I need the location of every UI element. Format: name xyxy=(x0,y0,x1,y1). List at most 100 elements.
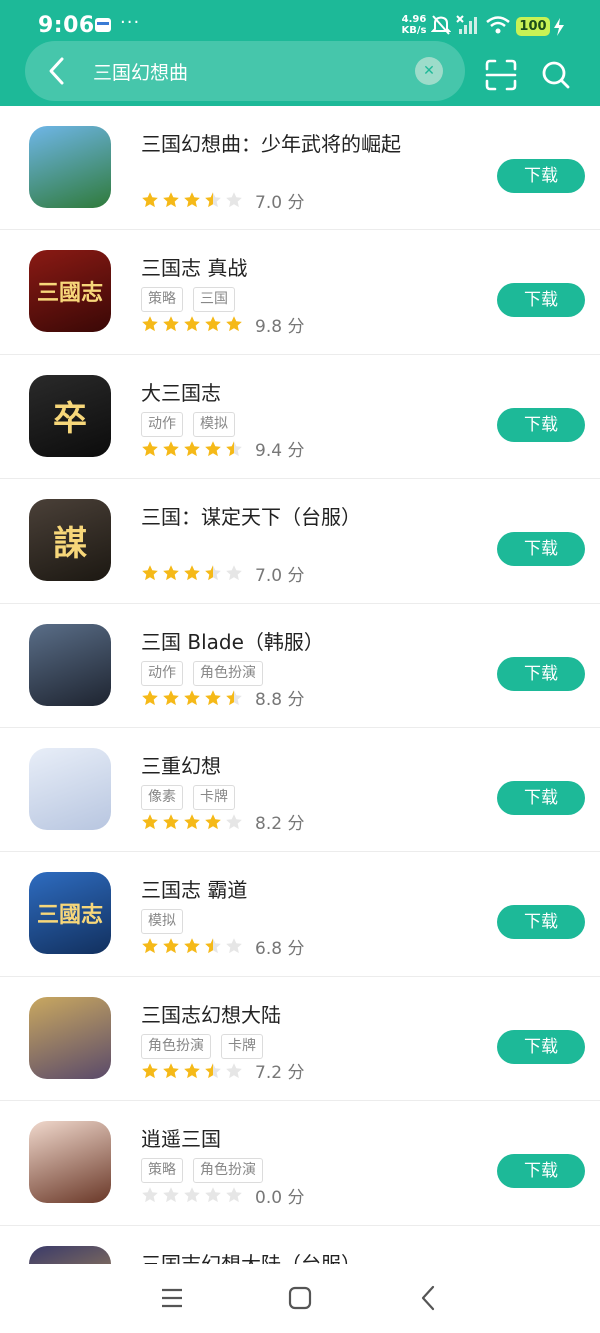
star-icon xyxy=(226,1187,242,1203)
app-list-item[interactable]: 三国幻想曲：少年武将的崛起 7.0 分 下载 xyxy=(0,106,600,231)
app-icon[interactable] xyxy=(29,996,111,1079)
download-button[interactable]: 下载 xyxy=(497,905,585,940)
app-tag: 策略 xyxy=(141,1158,183,1184)
back-icon[interactable] xyxy=(43,55,73,87)
app-icon[interactable] xyxy=(29,747,111,830)
app-score: 9.4 分 xyxy=(255,441,305,462)
app-list-item[interactable]: 三重幻想 像素 卡牌 8.2 分 下载 xyxy=(0,728,600,853)
download-button[interactable]: 下载 xyxy=(497,780,585,815)
star-icon xyxy=(205,938,221,954)
app-name[interactable]: 三重幻想 xyxy=(141,750,221,779)
star-icon xyxy=(184,1062,200,1078)
app-tag: 三国 xyxy=(193,287,235,313)
app-icon[interactable] xyxy=(29,1245,111,1264)
app-rating: 7.2 分 xyxy=(141,1059,304,1083)
app-name[interactable]: 大三国志 xyxy=(141,377,221,406)
app-list-item[interactable]: 三國志 三国志 真战 策略 三国 9.8 分 下载 xyxy=(0,230,600,355)
app-list-item[interactable]: 三國志 三国志 霸道 模拟 6.8 分 下载 xyxy=(0,852,600,977)
star-icon xyxy=(205,192,221,208)
app-list-item[interactable]: 謀 三国：谋定天下（台服） 7.0 分 下载 xyxy=(0,479,600,604)
app-icon-logo: 卒 xyxy=(53,399,87,440)
app-name[interactable]: 三国志 霸道 xyxy=(141,874,247,903)
app-tag: 策略 xyxy=(141,287,183,313)
status-bar: 9:06 ··· 4.96 KB/s 100 xyxy=(0,0,600,40)
app-rating: 9.4 分 xyxy=(141,437,304,461)
app-rating: 7.0 分 xyxy=(141,188,305,213)
app-icon[interactable]: 三國志 xyxy=(29,250,111,333)
app-tags: 策略 角色扮演 xyxy=(141,1158,263,1184)
star-icon xyxy=(142,1062,158,1078)
app-score: 7.0 分 xyxy=(255,565,305,586)
download-button[interactable]: 下载 xyxy=(497,656,585,691)
star-icon xyxy=(142,565,158,581)
star-icon xyxy=(205,1187,221,1203)
search-input[interactable] xyxy=(93,57,413,85)
top-bar: 9:06 ··· 4.96 KB/s 100 三国幻想曲 ✕ xyxy=(0,0,600,106)
status-time: 9:06 xyxy=(38,13,95,38)
download-button[interactable]: 下载 xyxy=(497,532,585,567)
star-icon xyxy=(142,689,158,705)
scan-icon[interactable] xyxy=(484,58,518,92)
app-list-item[interactable]: 逍遥三国 策略 角色扮演 0.0 分 下载 xyxy=(0,1101,600,1226)
star-icon xyxy=(184,192,200,208)
app-tag: 模拟 xyxy=(193,411,235,437)
navigation-bar xyxy=(0,1264,600,1333)
battery-level: 100 xyxy=(516,17,550,36)
app-icon[interactable]: 謀 xyxy=(29,499,111,582)
back-nav-icon[interactable] xyxy=(418,1285,438,1311)
app-tags: 动作 模拟 xyxy=(141,411,235,438)
app-rating: 8.8 分 xyxy=(141,686,304,710)
app-tags: 动作 角色扮演 xyxy=(141,660,263,687)
app-list-item[interactable]: 三国志幻想大陆（台服） xyxy=(0,1226,600,1264)
star-icon xyxy=(163,1187,179,1203)
star-icon xyxy=(142,192,158,208)
star-icon xyxy=(184,814,200,830)
app-tag: 动作 xyxy=(141,411,183,437)
app-icon-logo: 三國志 xyxy=(36,280,103,307)
app-tag: 角色扮演 xyxy=(193,1158,263,1184)
app-icon[interactable] xyxy=(29,623,111,706)
app-score: 7.2 分 xyxy=(255,1063,305,1084)
search-icon[interactable] xyxy=(540,58,572,92)
app-score: 7.0 分 xyxy=(255,192,305,213)
download-button[interactable]: 下载 xyxy=(497,283,585,318)
app-name[interactable]: 三国志 真战 xyxy=(141,252,247,281)
app-score: 6.8 分 xyxy=(255,938,305,959)
download-button[interactable]: 下载 xyxy=(497,159,585,193)
star-icon xyxy=(184,440,200,456)
menu-icon[interactable] xyxy=(160,1286,184,1310)
star-icon xyxy=(142,938,158,954)
star-icon xyxy=(184,565,200,581)
app-name[interactable]: 三国志幻想大陆（台服） xyxy=(141,1248,361,1264)
star-icon xyxy=(226,814,242,830)
star-icon xyxy=(163,440,179,456)
download-button[interactable]: 下载 xyxy=(497,1154,585,1189)
app-name[interactable]: 三国志幻想大陆 xyxy=(141,999,281,1028)
app-name[interactable]: 逍遥三国 xyxy=(141,1123,221,1152)
star-icon xyxy=(184,938,200,954)
app-icon[interactable] xyxy=(29,1121,111,1204)
app-list-item[interactable]: 三国 Blade（韩服） 动作 角色扮演 8.8 分 下载 xyxy=(0,604,600,728)
app-icon[interactable]: 三國志 xyxy=(29,872,111,955)
download-button[interactable]: 下载 xyxy=(497,1029,585,1064)
app-tags: 像素 卡牌 xyxy=(141,784,235,811)
network-speed: 4.96 KB/s xyxy=(400,14,428,36)
home-icon[interactable] xyxy=(288,1286,312,1310)
star-icon xyxy=(226,192,242,208)
app-list: 三国幻想曲：少年武将的崛起 7.0 分下载 三國志 三国志 真战 策略 三国 9.8 分下载… xyxy=(0,106,600,1264)
star-icon xyxy=(205,689,221,705)
clear-icon[interactable]: ✕ xyxy=(415,57,443,85)
app-icon[interactable]: 卒 xyxy=(29,374,111,457)
app-icon[interactable] xyxy=(29,126,111,208)
star-icon xyxy=(184,1187,200,1203)
app-list-item[interactable]: 三国志幻想大陆 角色扮演 卡牌 7.2 分 下载 xyxy=(0,977,600,1102)
download-button[interactable]: 下载 xyxy=(497,407,585,442)
star-icon xyxy=(205,565,221,581)
app-name[interactable]: 三国 Blade（韩服） xyxy=(141,626,324,655)
star-icon xyxy=(205,440,221,456)
app-name[interactable]: 三国：谋定天下（台服） xyxy=(141,501,361,530)
star-icon xyxy=(142,1187,158,1203)
app-score: 8.8 分 xyxy=(255,690,305,711)
app-list-item[interactable]: 卒 大三国志动作 模拟 9.4 分 下载 xyxy=(0,355,600,480)
app-name[interactable]: 三国幻想曲：少年武将的崛起 xyxy=(141,128,401,157)
